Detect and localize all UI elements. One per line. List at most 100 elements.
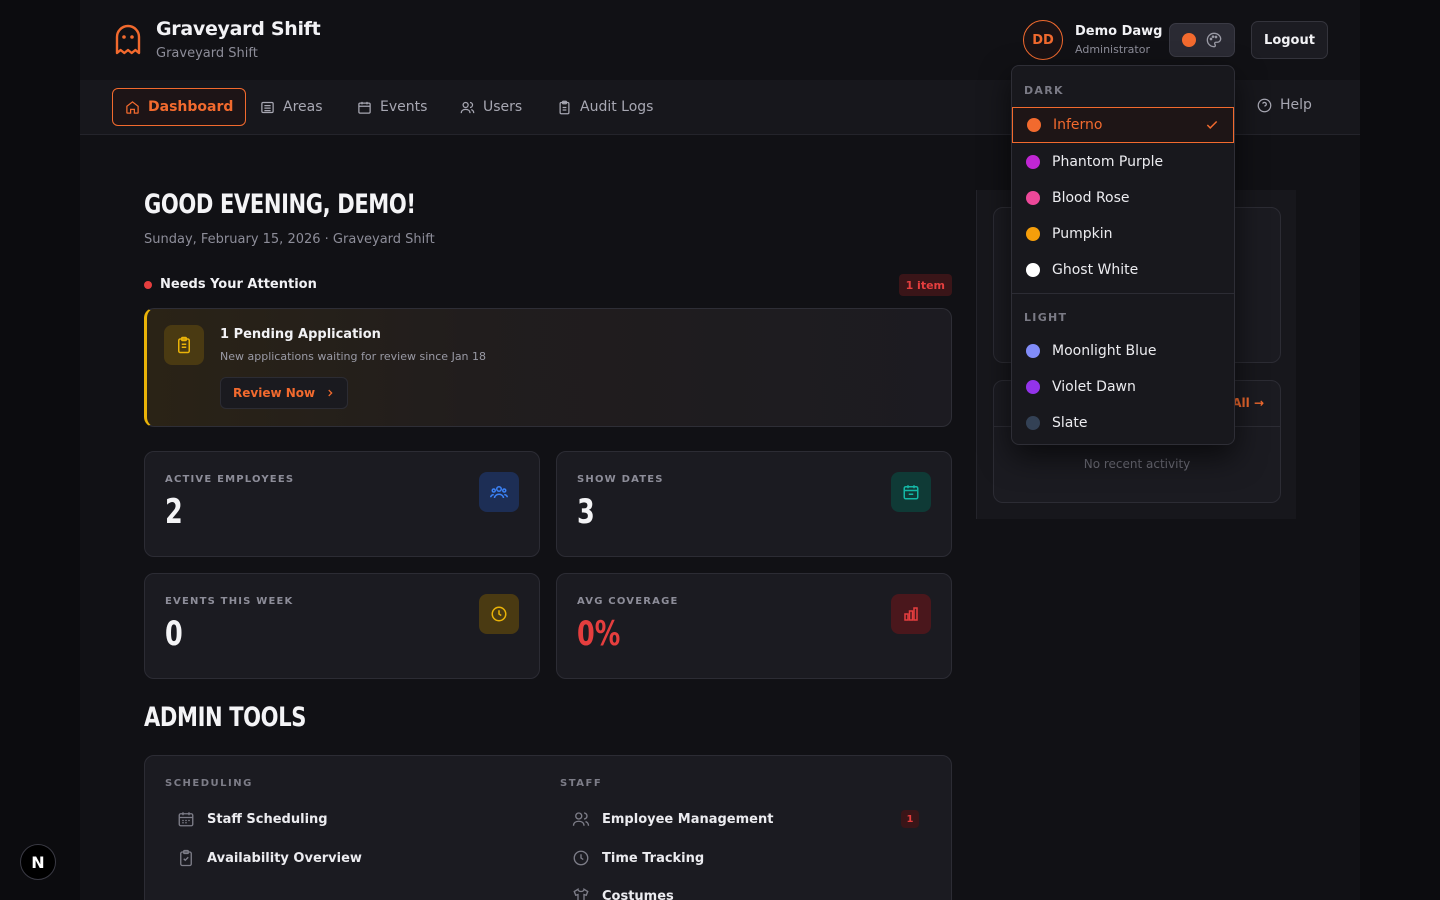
theme-option-label: Ghost White (1052, 262, 1139, 278)
stat-label: SHOW DATES (577, 474, 664, 485)
theme-option-label: Moonlight Blue (1052, 343, 1157, 359)
review-now-label: Review Now (233, 386, 316, 400)
nav-item-dashboard[interactable]: Dashboard (112, 88, 247, 126)
theme-option-phantom-purple[interactable]: Phantom Purple (1012, 144, 1234, 180)
nav-label: Help (1280, 97, 1312, 113)
theme-option-label: Pumpkin (1052, 226, 1113, 242)
tool-staff-scheduling[interactable]: Staff Scheduling (177, 808, 328, 830)
tool-employee-management[interactable]: Employee Management (572, 808, 773, 830)
theme-option-label: Phantom Purple (1052, 154, 1164, 170)
tool-label: Employee Management (602, 811, 774, 827)
nav-item-areas[interactable]: Areas (248, 88, 335, 126)
group-label-dark: DARK (1024, 84, 1064, 97)
tool-label: Availability Overview (207, 850, 362, 866)
theme-swatch (1026, 416, 1040, 430)
help-circle-icon (1257, 98, 1272, 112)
theme-switcher-button[interactable] (1169, 23, 1235, 57)
pending-description: New applications waiting for review sinc… (220, 350, 487, 363)
brand-title[interactable]: Graveyard Shift (156, 18, 321, 40)
logout-button[interactable]: Logout (1251, 21, 1328, 59)
theme-option-slate[interactable]: Slate (1012, 405, 1234, 441)
nav-item-help[interactable]: Help (1257, 97, 1312, 113)
avatar[interactable]: DD (1023, 20, 1063, 60)
current-theme-swatch (1182, 33, 1196, 47)
theme-option-inferno[interactable]: Inferno (1012, 107, 1234, 143)
empty-activity-text: No recent activity (1083, 457, 1191, 471)
admin-tools-card: SCHEDULING Staff Scheduling Availability… (144, 755, 952, 900)
pending-title: 1 Pending Application (220, 327, 381, 342)
stat-value: 3 (577, 492, 595, 532)
section-label-staff: STAFF (560, 778, 603, 789)
employee-management-badge: 1 (901, 810, 919, 828)
theme-option-ghost-white[interactable]: Ghost White (1012, 252, 1234, 288)
theme-swatch (1026, 344, 1040, 358)
pending-application-card: 1 Pending Application New applications w… (144, 308, 952, 427)
date-line: Sunday, February 15, 2026 · Graveyard Sh… (144, 232, 435, 247)
attention-header: Needs Your Attention 1 item (144, 274, 952, 297)
nav-item-events[interactable]: Events (345, 88, 439, 126)
theme-option-label: Violet Dawn (1052, 379, 1136, 395)
divider (1012, 293, 1234, 294)
clipboard-check-icon (180, 849, 192, 867)
tool-costumes[interactable]: Costumes (572, 885, 674, 900)
section-label-scheduling: SCHEDULING (165, 778, 253, 789)
review-now-button[interactable]: Review Now (220, 377, 349, 409)
theme-option-blood-rose[interactable]: Blood Rose (1012, 180, 1234, 216)
nav-label: Dashboard (148, 99, 234, 115)
ghost-icon[interactable] (114, 24, 142, 56)
tool-label: Costumes (602, 888, 674, 900)
chevron-right-icon (328, 389, 333, 397)
view-all-link[interactable]: All → (1232, 396, 1264, 410)
admin-tools-title: ADMIN TOOLS (144, 702, 307, 733)
theme-option-label: Blood Rose (1052, 190, 1130, 206)
users-icon (460, 101, 475, 113)
tool-availability-overview[interactable]: Availability Overview (177, 847, 362, 869)
calendar-icon (358, 101, 371, 114)
stat-value: 2 (165, 492, 183, 532)
alert-dot-icon (144, 281, 152, 289)
clipboard-icon (164, 325, 204, 365)
palette-icon (1206, 32, 1222, 48)
nav-item-audit-logs[interactable]: Audit Logs (545, 88, 665, 126)
tool-label: Staff Scheduling (207, 811, 328, 827)
group-label-light: LIGHT (1024, 311, 1068, 324)
theme-option-violet-dawn[interactable]: Violet Dawn (1012, 369, 1234, 405)
nav-label: Areas (283, 99, 323, 115)
theme-option-pumpkin[interactable]: Pumpkin (1012, 216, 1234, 252)
tool-label: Time Tracking (602, 850, 705, 866)
nav-item-users[interactable]: Users (448, 88, 534, 126)
clock-icon (479, 594, 519, 634)
users-icon (479, 472, 519, 512)
page-title: GOOD EVENING, DEMO! (144, 189, 416, 220)
bar-chart-icon (891, 594, 931, 634)
theme-swatch (1026, 227, 1040, 241)
stat-card-show-dates[interactable]: SHOW DATES 3 (556, 451, 952, 557)
stat-card-avg-coverage[interactable]: AVG COVERAGE 0% (556, 573, 952, 679)
clock-icon (573, 850, 589, 866)
home-icon (126, 100, 139, 114)
shirt-icon (573, 888, 589, 900)
users-icon (572, 812, 590, 826)
calendar-icon (891, 472, 931, 512)
brand-subtitle: Graveyard Shift (156, 46, 258, 61)
nav-label: Events (380, 99, 428, 115)
theme-option-moonlight-blue[interactable]: Moonlight Blue (1012, 333, 1234, 369)
theme-option-label: Inferno (1053, 117, 1103, 133)
theme-swatch (1027, 118, 1041, 132)
tool-time-tracking[interactable]: Time Tracking (572, 847, 704, 869)
check-icon (1206, 120, 1218, 129)
nav-label: Users (483, 99, 523, 115)
user-name: Demo Dawg (1075, 24, 1163, 39)
theme-swatch (1026, 191, 1040, 205)
nav-label: Audit Logs (580, 99, 654, 115)
stat-label: EVENTS THIS WEEK (165, 596, 294, 607)
theme-swatch (1026, 155, 1040, 169)
user-role: Administrator (1075, 43, 1150, 56)
stat-card-events-this-week[interactable]: EVENTS THIS WEEK 0 (144, 573, 540, 679)
calendar-grid-icon (178, 812, 194, 827)
stat-card-active-employees[interactable]: ACTIVE EMPLOYEES 2 (144, 451, 540, 557)
stat-label: AVG COVERAGE (577, 596, 679, 607)
stat-value: 0% (577, 614, 621, 654)
nextjs-dev-indicator-icon[interactable]: N (20, 844, 56, 880)
attention-label: Needs Your Attention (160, 277, 317, 292)
